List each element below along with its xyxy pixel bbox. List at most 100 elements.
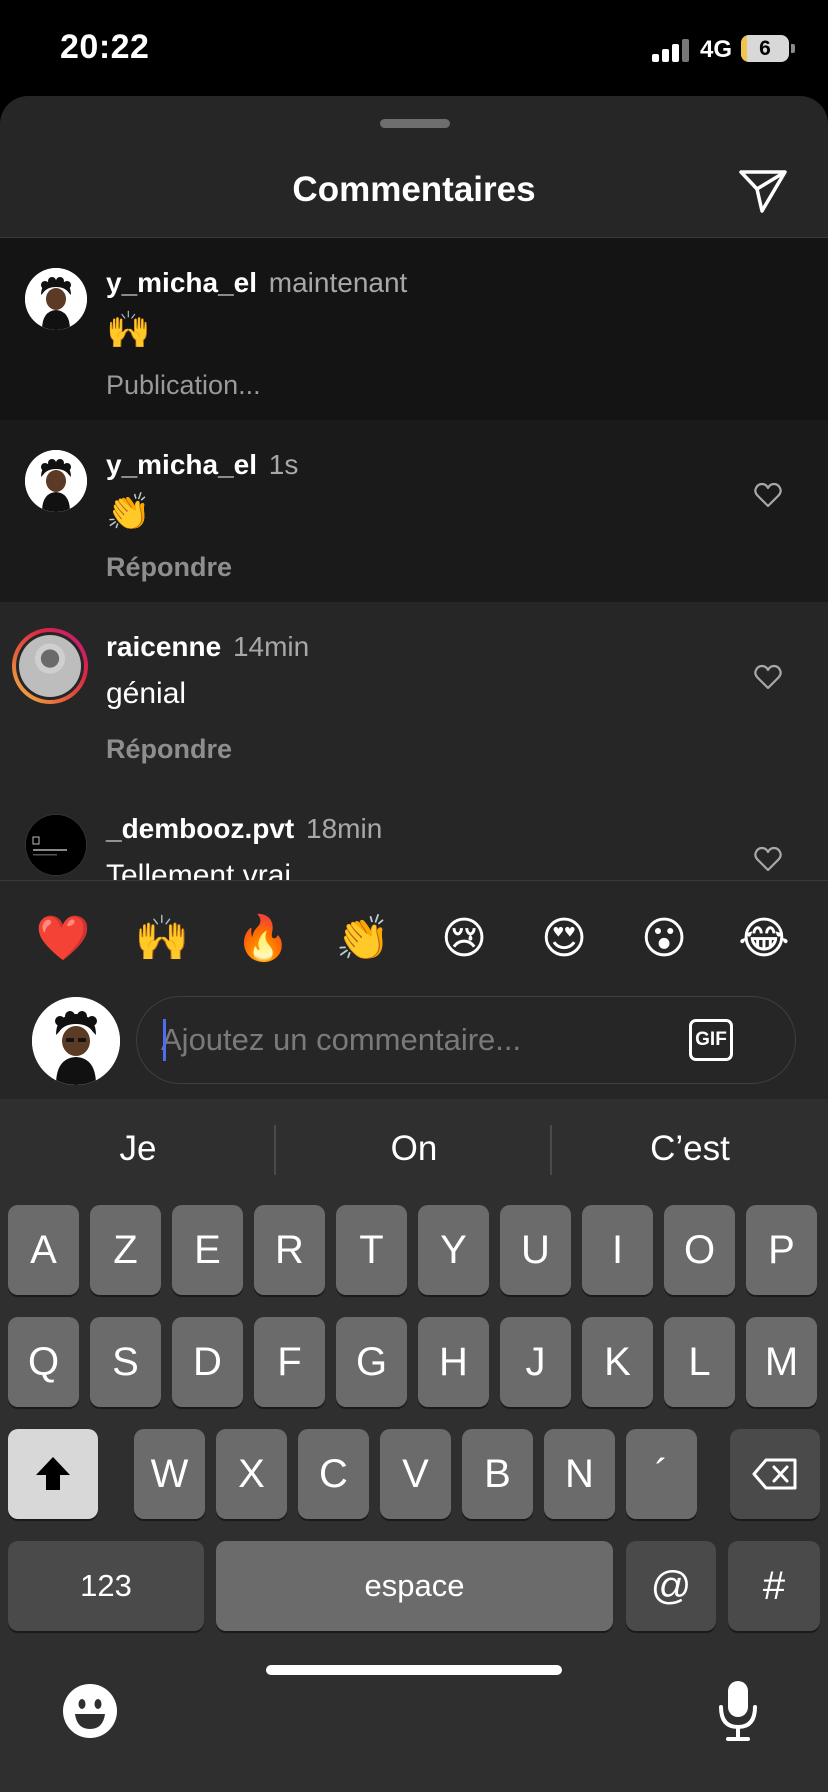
- key-e[interactable]: E: [172, 1205, 243, 1295]
- comment-time: maintenant: [268, 267, 408, 298]
- key-o[interactable]: O: [664, 1205, 735, 1295]
- avatar-inner: [16, 632, 84, 700]
- key-p[interactable]: P: [746, 1205, 817, 1295]
- comment-time: 18min: [306, 813, 383, 844]
- comment-username[interactable]: y_micha_el: [106, 449, 257, 480]
- reply-button[interactable]: Répondre: [106, 732, 232, 766]
- avatar[interactable]: [25, 268, 87, 330]
- comment-meta: y_micha_el maintenant: [106, 266, 407, 300]
- key-accent[interactable]: ´: [626, 1429, 697, 1519]
- battery-level: 6: [759, 37, 771, 60]
- sheet-title: Commentaires: [292, 170, 536, 209]
- gif-button[interactable]: GIF: [689, 1019, 733, 1061]
- emoji-clapping[interactable]: 👏: [333, 911, 393, 967]
- home-indicator[interactable]: [266, 1665, 562, 1675]
- network-type: 4G: [700, 36, 733, 63]
- text-caret: [163, 1019, 166, 1061]
- emoji-crying[interactable]: 😢: [434, 911, 494, 967]
- key-u[interactable]: U: [500, 1205, 571, 1295]
- heart-icon[interactable]: [754, 846, 782, 872]
- avatar[interactable]: [25, 814, 87, 876]
- comment-text: 🙌: [106, 309, 151, 350]
- comment-item[interactable]: y_micha_el 1s 👏 Répondre: [0, 420, 828, 602]
- posting-status: Publication...: [106, 370, 261, 400]
- suggestion-divider: [274, 1125, 276, 1175]
- placeholder-image-icon: [26, 815, 86, 875]
- emoji-surprised[interactable]: 😮: [634, 911, 694, 967]
- comment-meta: y_micha_el 1s: [106, 448, 298, 482]
- shift-key[interactable]: [8, 1429, 98, 1519]
- emoji-heart[interactable]: ❤️: [33, 911, 93, 967]
- key-j[interactable]: J: [500, 1317, 571, 1407]
- at-key[interactable]: @: [626, 1541, 716, 1631]
- key-k[interactable]: K: [582, 1317, 653, 1407]
- signal-icon: [652, 38, 692, 62]
- comment-item[interactable]: y_micha_el maintenant 🙌 Publication...: [0, 238, 828, 420]
- comment-compose-panel: ❤️ 🙌 🔥 👏 😢 😍 😮 😂 Ajoutez un commentaire.…: [0, 880, 828, 1100]
- emoji-fire[interactable]: 🔥: [233, 911, 293, 967]
- key-z[interactable]: Z: [90, 1205, 161, 1295]
- key-q[interactable]: Q: [8, 1317, 79, 1407]
- comment-text: génial: [106, 677, 187, 710]
- key-d[interactable]: D: [172, 1317, 243, 1407]
- comment-time: 14min: [232, 631, 310, 662]
- battery-icon: 6: [741, 35, 789, 62]
- key-c[interactable]: C: [298, 1429, 369, 1519]
- emoji-raised-hands[interactable]: 🙌: [132, 911, 192, 967]
- comment-text: 👏: [106, 491, 151, 532]
- comment-input[interactable]: Ajoutez un commentaire... GIF: [136, 996, 796, 1084]
- status-bar: 20:22 4G 6: [0, 0, 828, 96]
- key-a[interactable]: A: [8, 1205, 79, 1295]
- key-b[interactable]: B: [462, 1429, 533, 1519]
- emoji-keyboard-icon[interactable]: [62, 1683, 118, 1739]
- key-r[interactable]: R: [254, 1205, 325, 1295]
- quick-emoji-bar: ❤️ 🙌 🔥 👏 😢 😍 😮 😂: [0, 911, 828, 971]
- comment-placeholder: Ajoutez un commentaire...: [161, 1022, 522, 1057]
- heart-icon[interactable]: [754, 482, 782, 508]
- comment-item[interactable]: raicenne 14min génial Répondre: [0, 602, 828, 784]
- cartoon-avatar-icon: [25, 450, 87, 512]
- emoji-laughing[interactable]: 😂: [734, 911, 794, 967]
- key-i[interactable]: I: [582, 1205, 653, 1295]
- suggestion-2[interactable]: On: [284, 1129, 544, 1169]
- comment-username[interactable]: _dembooz.pvt: [106, 813, 294, 844]
- emoji-heart-eyes[interactable]: 😍: [534, 911, 594, 967]
- battery-tip: [791, 44, 795, 53]
- key-y[interactable]: Y: [418, 1205, 489, 1295]
- key-v[interactable]: V: [380, 1429, 451, 1519]
- key-x[interactable]: X: [216, 1429, 287, 1519]
- key-t[interactable]: T: [336, 1205, 407, 1295]
- key-f[interactable]: F: [254, 1317, 325, 1407]
- shift-arrow-icon: [36, 1457, 70, 1490]
- key-g[interactable]: G: [336, 1317, 407, 1407]
- comment-meta: _dembooz.pvt 18min: [106, 812, 382, 846]
- key-n[interactable]: N: [544, 1429, 615, 1519]
- sheet-grabber[interactable]: [380, 119, 450, 128]
- reply-button[interactable]: Répondre: [106, 550, 232, 584]
- key-l[interactable]: L: [664, 1317, 735, 1407]
- comment-time: 1s: [268, 449, 299, 480]
- space-key[interactable]: espace: [216, 1541, 613, 1631]
- key-h[interactable]: H: [418, 1317, 489, 1407]
- cartoon-avatar-icon: [25, 268, 87, 330]
- key-s[interactable]: S: [90, 1317, 161, 1407]
- suggestion-1[interactable]: Je: [8, 1129, 268, 1169]
- comment-username[interactable]: raicenne: [106, 631, 221, 662]
- comment-username[interactable]: y_micha_el: [106, 267, 257, 298]
- suggestion-3[interactable]: C’est: [560, 1129, 820, 1169]
- send-icon[interactable]: [738, 168, 788, 214]
- key-w[interactable]: W: [134, 1429, 205, 1519]
- delete-key[interactable]: [730, 1429, 820, 1519]
- avatar-photo: [19, 635, 81, 697]
- heart-icon[interactable]: [754, 664, 782, 690]
- key-m[interactable]: M: [746, 1317, 817, 1407]
- status-time: 20:22: [60, 28, 150, 66]
- backspace-icon: [752, 1458, 797, 1490]
- hash-key[interactable]: #: [728, 1541, 820, 1631]
- cartoon-avatar-icon: [32, 997, 120, 1085]
- avatar[interactable]: [25, 450, 87, 512]
- avatar-story-ring[interactable]: [12, 628, 88, 704]
- suggestion-divider: [550, 1125, 552, 1175]
- microphone-icon[interactable]: [716, 1679, 760, 1743]
- numbers-key[interactable]: 123: [8, 1541, 204, 1631]
